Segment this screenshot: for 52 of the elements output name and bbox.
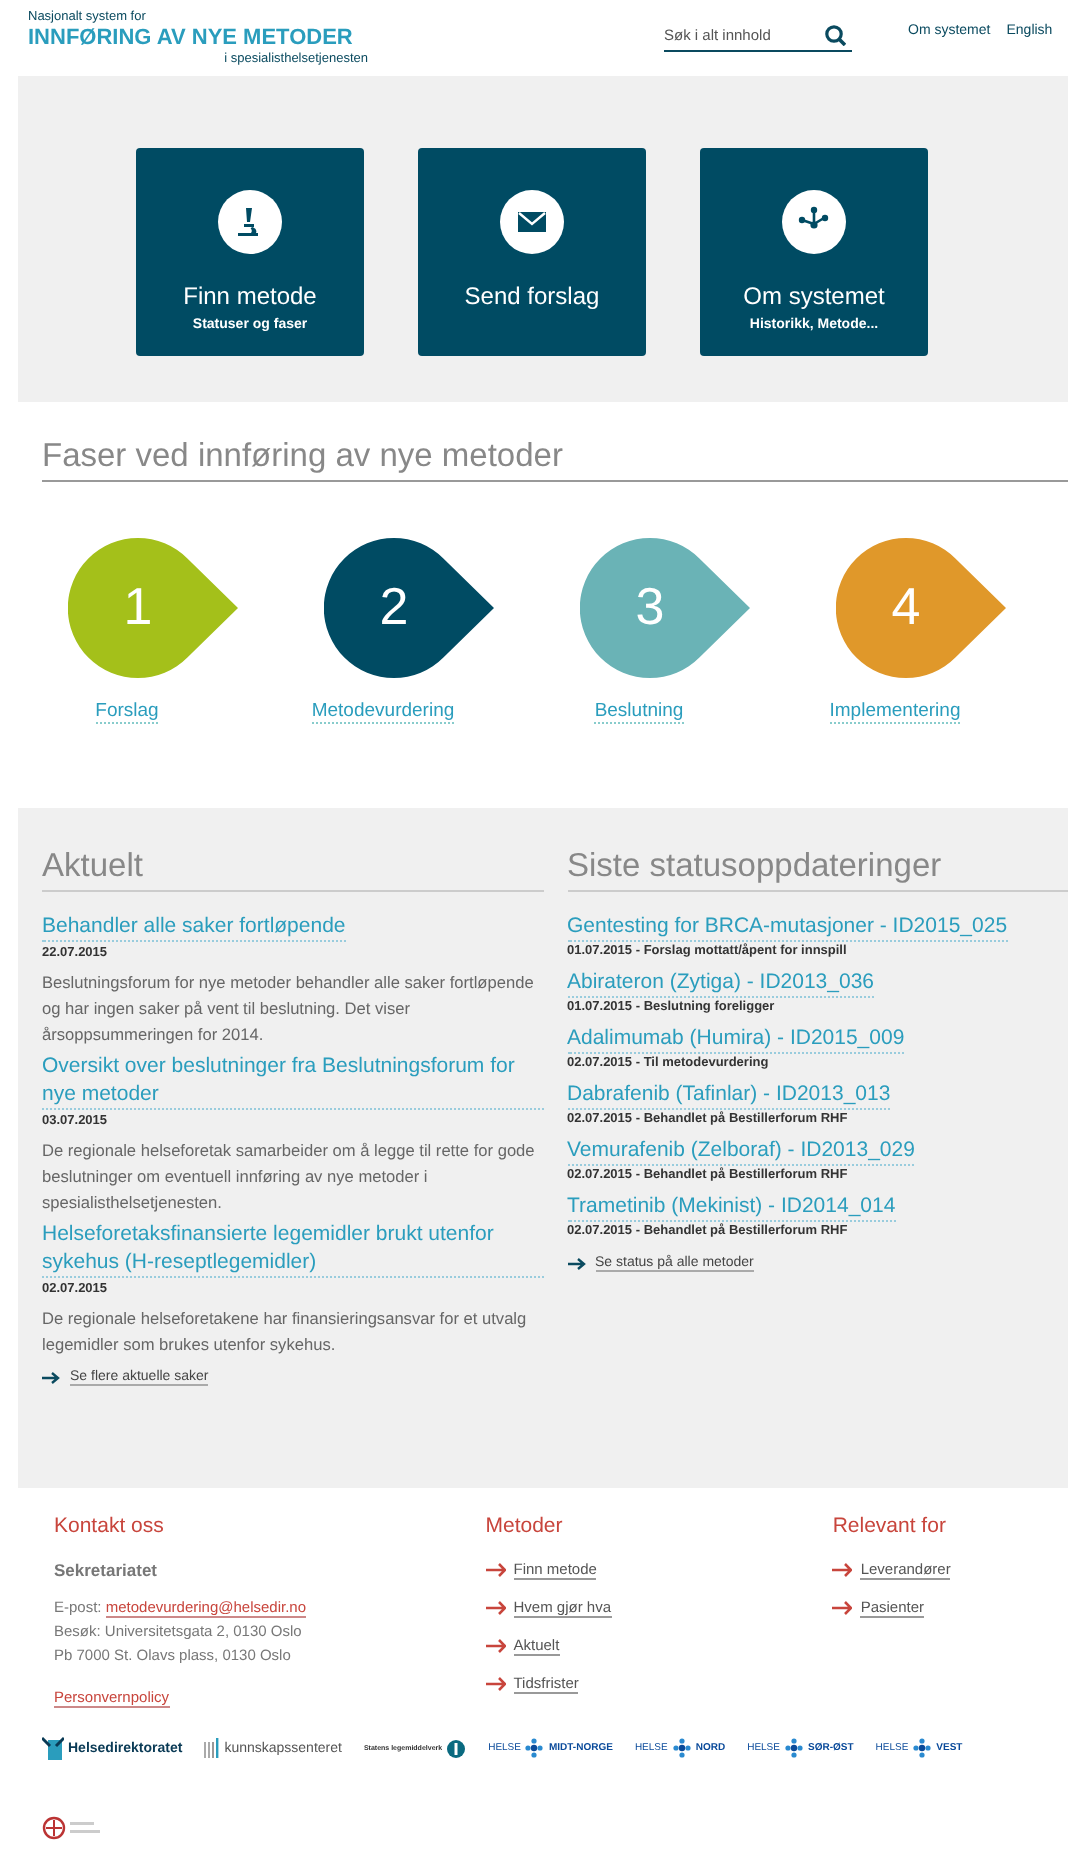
microscope-icon — [218, 190, 282, 254]
arrow-icon — [485, 1562, 506, 1578]
phase-link[interactable]: Metodevurdering — [311, 700, 455, 724]
footer-heading: Relevant for — [832, 1514, 946, 1538]
cross-icon — [783, 1738, 804, 1758]
section-heading: Faser ved innføring av nye metoder — [42, 438, 1068, 482]
cross-icon — [912, 1738, 933, 1758]
status-link[interactable]: Dabrafenib (Tafinlar) - ID2013_013 — [567, 1080, 891, 1110]
tile-title: Send forslag — [464, 282, 600, 310]
news-summary: De regionale helseforetak samarbeider om å legge til rette for gode beslutninger om eventuell innføring av nye metoder i spesialisthelsetjenesten. — [42, 1138, 537, 1216]
logo-icon — [204, 1738, 221, 1758]
news-link[interactable]: Behandler alle saker fortløpende — [42, 912, 346, 942]
news-summary: De regionale helseforetakene har finansieringsansvar for et utvalg legemidler som brukes utenfor sykehus. — [42, 1306, 529, 1358]
logo-icon — [446, 1737, 467, 1759]
phase-link[interactable]: Beslutning — [594, 700, 684, 724]
arrow-icon — [485, 1676, 506, 1692]
status-link[interactable]: Gentesting for BRCA-mutasjoner - ID2015_025 — [567, 912, 1008, 942]
footer-heading: Kontakt oss — [54, 1514, 164, 1538]
arrow-icon — [832, 1562, 853, 1578]
seal-logo-icon — [42, 1816, 102, 1840]
status-link[interactable]: Vemurafenib (Zelboraf) - ID2013_029 — [567, 1136, 915, 1166]
footer-heading: Metoder — [485, 1514, 563, 1538]
section-heading: Aktuelt — [42, 848, 543, 892]
contact-name: Sekretariatet — [54, 1560, 158, 1580]
tile-title: Om systemet — [743, 282, 885, 310]
tile-title: Finn metode — [183, 282, 317, 310]
arrow-icon — [567, 1256, 585, 1272]
arrow-icon — [42, 1370, 60, 1386]
status-link[interactable]: Abirateron (Zytiga) - ID2013_036 — [567, 968, 874, 998]
cross-icon — [671, 1738, 692, 1758]
phase-number: 3 — [633, 574, 667, 638]
cross-icon — [524, 1738, 545, 1758]
phase-link[interactable]: Implementering — [829, 700, 961, 724]
logo-title: INNFØRING AV NYE METODER — [28, 24, 353, 52]
network-icon — [782, 190, 846, 254]
envelope-icon — [500, 190, 564, 254]
arrow-icon — [485, 1638, 506, 1654]
phase-number: 2 — [377, 574, 411, 638]
news-link[interactable]: Helseforetaksfinansierte legemidler brukt utenfor sykehus (H-reseptlegemidler) — [42, 1220, 543, 1278]
tile-button[interactable]: Send forslag — [418, 148, 646, 356]
arrow-icon — [485, 1600, 506, 1616]
phase-number: 1 — [121, 574, 155, 638]
arrow-icon — [832, 1600, 853, 1616]
phase-number: 4 — [889, 574, 923, 638]
section-heading: Siste statusoppdateringer — [567, 848, 1068, 892]
news-summary: Beslutningsforum for nye metoder behandler alle saker fortløpende og har ingen saker på vent til beslutning. Det viser årsoppsummeringen for 2014. — [42, 970, 536, 1048]
status-link[interactable]: Adalimumab (Humira) - ID2015_009 — [567, 1024, 905, 1054]
news-link[interactable]: Oversikt over beslutninger fra Beslutningsforum for nye metoder — [42, 1052, 543, 1110]
logo-icon — [42, 1736, 64, 1760]
status-link[interactable]: Trametinib (Mekinist) - ID2014_014 — [567, 1192, 896, 1222]
search-icon — [824, 24, 846, 46]
phase-link[interactable]: Forslag — [95, 700, 159, 724]
